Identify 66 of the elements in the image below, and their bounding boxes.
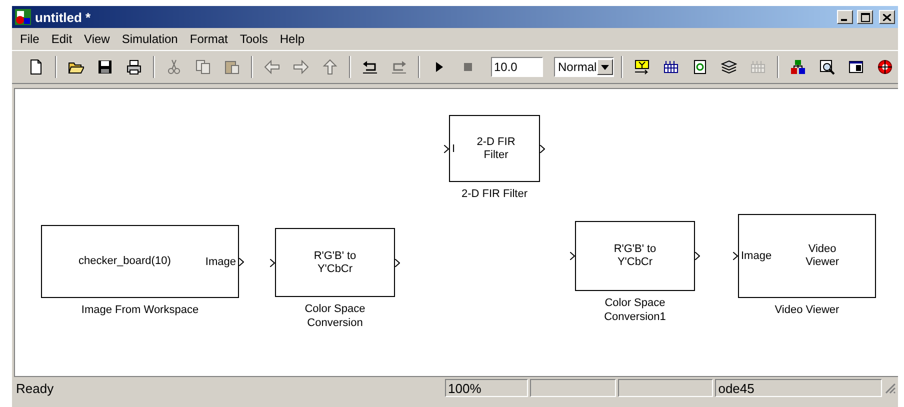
port-icon <box>270 258 275 266</box>
undo-icon <box>362 59 378 75</box>
menu-item[interactable]: Help <box>274 30 311 48</box>
paste-icon <box>224 59 240 75</box>
port-icon <box>444 144 449 152</box>
maximize-icon <box>860 12 870 22</box>
block-name: Image From Workspace <box>80 303 200 317</box>
block[interactable]: checker_board(10) Image <box>41 225 239 298</box>
scissors-icon <box>166 59 182 75</box>
block[interactable]: Image Video Viewer <box>738 214 876 298</box>
right-arrow-icon <box>293 59 309 75</box>
port-icon <box>395 258 400 266</box>
zoom-level: 100% <box>445 379 528 397</box>
status-message: Ready <box>15 380 55 397</box>
new-file-icon <box>28 59 44 75</box>
port-label: Image <box>205 256 236 268</box>
block-text: Video Viewer <box>804 243 840 269</box>
redo-icon <box>391 59 407 75</box>
magnifier-icon <box>818 59 835 75</box>
solver-name: ode45 <box>715 379 882 397</box>
copy-icon <box>195 59 211 75</box>
maximize-button[interactable] <box>857 10 873 24</box>
panel-icon <box>848 59 864 75</box>
port-label: I <box>452 142 456 154</box>
close-icon <box>883 14 891 20</box>
toolbar-button[interactable] <box>124 57 144 77</box>
port-icon <box>570 252 575 260</box>
target-icon <box>876 59 893 75</box>
port-icon <box>695 252 700 260</box>
menu-item[interactable]: Tools <box>234 30 274 48</box>
block-text: R'G'B' to Y'CbCr <box>612 243 658 269</box>
stop-time-field[interactable]: 10.0 <box>491 57 543 77</box>
menu-item[interactable]: File <box>14 30 46 48</box>
block-text: R'G'B' to Y'CbCr <box>312 250 358 276</box>
port-label: Image <box>741 250 772 262</box>
block-text: checker_board(10) <box>78 255 172 268</box>
block-name: Video Viewer <box>774 303 840 317</box>
blocks-icon <box>790 59 806 75</box>
build-icon <box>634 59 650 75</box>
printer-icon <box>126 59 142 75</box>
app-icon <box>15 9 31 25</box>
minimize-button[interactable] <box>837 10 853 24</box>
simulation-mode-dropdown[interactable]: Normal <box>554 57 614 77</box>
block-text: 2-D FIR Filter <box>476 136 516 162</box>
menu-item[interactable]: Format <box>184 30 234 48</box>
window-title: untitled * <box>35 10 92 24</box>
menu-item[interactable]: Simulation <box>116 30 184 48</box>
port-icon <box>239 258 244 266</box>
close-button[interactable] <box>879 10 895 24</box>
block-name: Color Space Conversion1 <box>603 296 667 324</box>
port-icon <box>733 252 738 260</box>
block[interactable]: I 2-D FIR Filter <box>449 115 540 182</box>
resize-grip-icon <box>884 382 896 394</box>
block[interactable]: R'G'B' to Y'CbCr <box>275 228 395 297</box>
left-arrow-icon <box>264 59 280 75</box>
block-name: 2-D FIR Filter <box>460 187 528 201</box>
up-arrow-icon <box>322 59 338 75</box>
block[interactable]: R'G'B' to Y'CbCr <box>575 221 695 291</box>
grid-icon <box>750 59 766 75</box>
block-name: Color Space Conversion <box>304 302 366 330</box>
refresh-icon <box>692 59 708 75</box>
menu-item[interactable]: Edit <box>45 30 78 48</box>
menu-item[interactable]: View <box>78 30 116 48</box>
stack-icon <box>720 59 737 75</box>
port-icon <box>540 144 545 152</box>
grid-icon <box>662 59 679 75</box>
